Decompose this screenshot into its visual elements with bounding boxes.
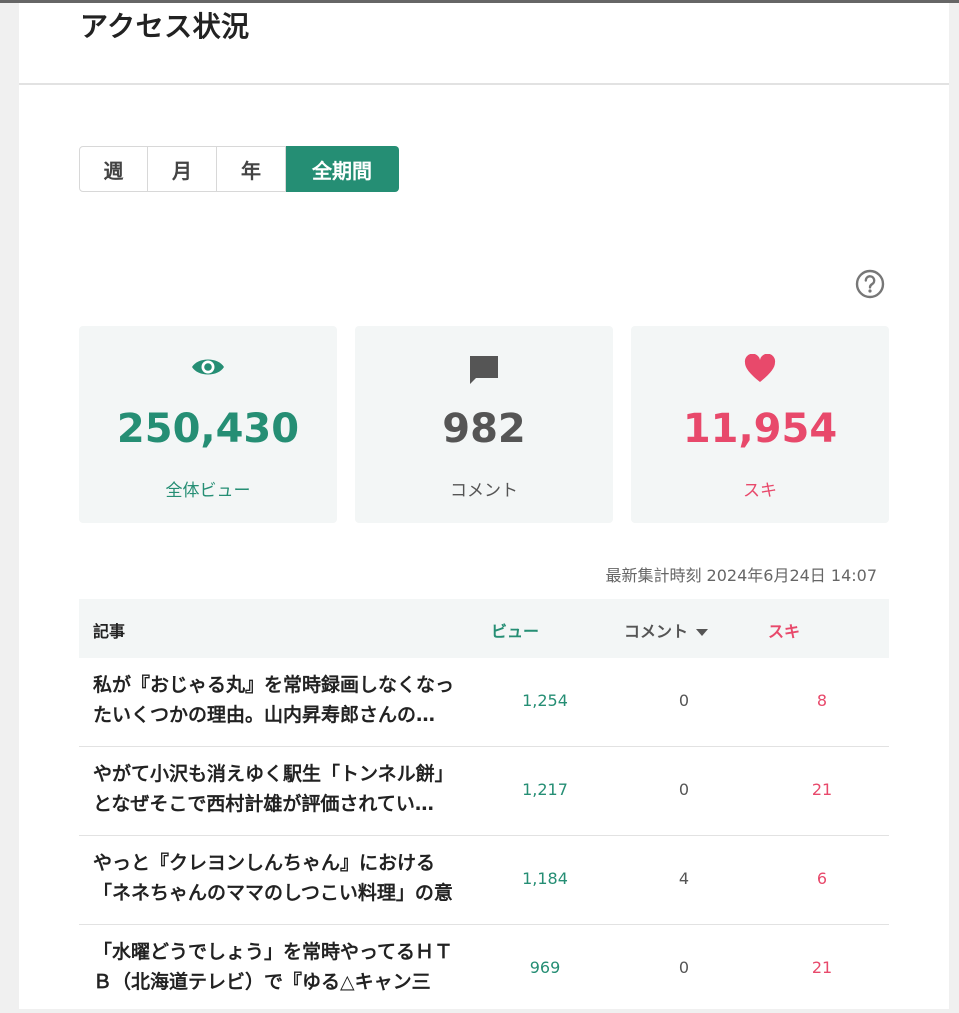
- table-header: 記事 ビュー コメント スキ: [79, 599, 889, 658]
- views-total-value: 250,430: [116, 406, 300, 452]
- likes-stat-card: 11,954 スキ: [631, 326, 889, 523]
- eye-icon: [79, 354, 337, 380]
- row-likes: 21: [811, 780, 833, 799]
- tab-week[interactable]: 週: [79, 146, 148, 192]
- row-likes: 6: [816, 869, 828, 888]
- sort-desc-icon: [696, 629, 709, 636]
- likes-total-label: スキ: [743, 481, 777, 501]
- tab-all-time[interactable]: 全期間: [286, 146, 399, 192]
- row-comments: 4: [678, 869, 690, 888]
- row-likes: 8: [816, 691, 828, 710]
- article-stats-table: 記事 ビュー コメント スキ 私が『おじゃる丸』を常時録画しなくなったいくつかの…: [79, 599, 889, 1013]
- row-likes: 21: [811, 958, 833, 977]
- tab-year[interactable]: 年: [217, 146, 286, 192]
- article-title-link[interactable]: 「水曜どうでしょう」を常時やってるＨＴＢ（北海道テレビ）で『ゆる△キャン三期』…: [93, 937, 467, 997]
- likes-total-value: 11,954: [682, 406, 838, 452]
- access-stats-panel: アクセス状況 週 月 年 全期間 250,430 全体ビュー 982 コメント …: [19, 3, 949, 1009]
- row-views: 1,254: [522, 691, 568, 710]
- header-article: 記事: [93, 622, 126, 641]
- question-circle-icon[interactable]: [855, 269, 885, 299]
- comments-stat-card: 982 コメント: [355, 326, 613, 523]
- period-tabs: 週 月 年 全期間: [79, 146, 399, 192]
- row-comments: 0: [678, 691, 690, 710]
- table-row: やっと『クレヨンしんちゃん』における「ネネちゃんのママのしつこい料理」の意味… …: [79, 836, 889, 925]
- comments-total-label: コメント: [450, 481, 518, 501]
- views-stat-card: 250,430 全体ビュー: [79, 326, 337, 523]
- heart-icon: [631, 354, 889, 384]
- comments-total-value: 982: [442, 406, 526, 452]
- tab-month[interactable]: 月: [148, 146, 217, 192]
- row-views: 1,217: [522, 780, 568, 799]
- header-comments[interactable]: コメント: [624, 618, 709, 642]
- header-likes[interactable]: スキ: [768, 618, 800, 642]
- table-row: やがて小沢も消えゆく駅生「トンネル餅」となぜそこで西村計雄が評価されてい… 1,…: [79, 747, 889, 836]
- article-title-link[interactable]: 私が『おじゃる丸』を常時録画しなくなったいくつかの理由。山内昇寿郎さんの…: [93, 670, 467, 730]
- table-row: 私が『おじゃる丸』を常時録画しなくなったいくつかの理由。山内昇寿郎さんの… 1,…: [79, 658, 889, 747]
- row-views: 1,184: [522, 869, 568, 888]
- views-total-label: 全体ビュー: [165, 481, 251, 501]
- page-title: アクセス状況: [80, 10, 250, 43]
- last-updated-text: 最新集計時刻 2024年6月24日 14:07: [605, 566, 877, 585]
- header-views[interactable]: ビュー: [491, 618, 539, 642]
- article-title-link[interactable]: やがて小沢も消えゆく駅生「トンネル餅」となぜそこで西村計雄が評価されてい…: [93, 759, 467, 819]
- table-row: 「水曜どうでしょう」を常時やってるＨＴＢ（北海道テレビ）で『ゆる△キャン三期』……: [79, 925, 889, 1013]
- article-title-link[interactable]: やっと『クレヨンしんちゃん』における「ネネちゃんのママのしつこい料理」の意味…: [93, 848, 467, 908]
- row-comments: 0: [678, 958, 690, 977]
- row-comments: 0: [678, 780, 690, 799]
- header-comments-label: コメント: [624, 622, 689, 641]
- title-divider: [19, 83, 949, 85]
- row-views: 969: [529, 958, 561, 977]
- comment-icon: [355, 354, 613, 386]
